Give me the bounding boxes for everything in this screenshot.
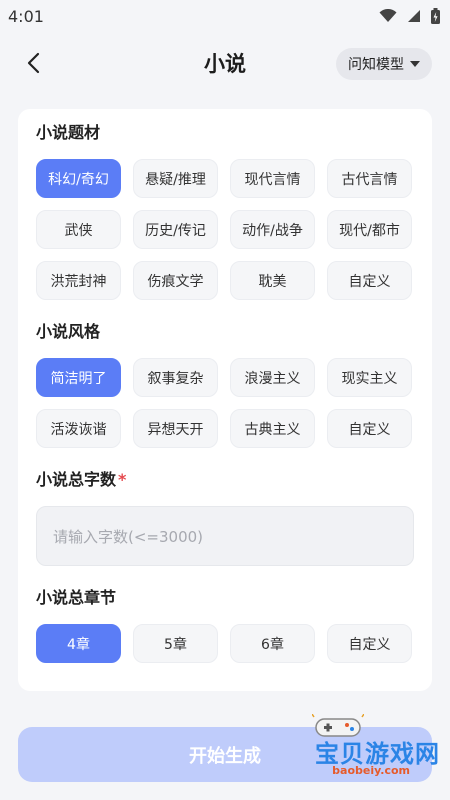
genre-chip-scar-literature[interactable]: 伤痕文学: [133, 261, 218, 300]
style-chip-concise[interactable]: 简洁明了: [36, 358, 121, 397]
chapter-chip-custom[interactable]: 自定义: [327, 624, 412, 663]
style-chip-custom[interactable]: 自定义: [327, 409, 412, 448]
novel-form-card: 小说题材 科幻/奇幻 悬疑/推理 现代言情 古代言情 武侠 历史/传记 动作/战…: [18, 109, 432, 691]
chapter-chip-6[interactable]: 6章: [230, 624, 315, 663]
status-time: 4:01: [8, 6, 44, 26]
genre-chip-mythology[interactable]: 洪荒封神: [36, 261, 121, 300]
genre-chip-action-war[interactable]: 动作/战争: [230, 210, 315, 249]
style-options: 简洁明了 叙事复杂 浪漫主义 现实主义 活泼诙谐 异想天开 古典主义 自定义: [36, 358, 414, 448]
word-count-title: 小说总字数 *: [36, 468, 414, 492]
back-arrow-icon: [27, 52, 40, 74]
chapter-chip-4[interactable]: 4章: [36, 624, 121, 663]
page-title: 小说: [204, 52, 246, 76]
style-chip-classicism[interactable]: 古典主义: [230, 409, 315, 448]
genre-options: 科幻/奇幻 悬疑/推理 现代言情 古代言情 武侠 历史/传记 动作/战争 现代/…: [36, 159, 414, 300]
signal-icon: [408, 10, 420, 22]
style-chip-realism[interactable]: 现实主义: [327, 358, 412, 397]
watermark-url: baobeiy.com: [332, 764, 410, 777]
genre-section: 小说题材 科幻/奇幻 悬疑/推理 现代言情 古代言情 武侠 历史/传记 动作/战…: [36, 121, 414, 300]
battery-icon: [431, 8, 440, 24]
watermark: 宝贝游戏网 baobeiy.com: [290, 712, 440, 782]
genre-chip-mystery[interactable]: 悬疑/推理: [133, 159, 218, 198]
chapters-section: 小说总章节 4章 5章 6章 自定义: [36, 586, 414, 663]
genre-chip-danmei[interactable]: 耽美: [230, 261, 315, 300]
status-icons: [379, 8, 440, 24]
genre-chip-modern-romance[interactable]: 现代言情: [230, 159, 315, 198]
genre-chip-scifi-fantasy[interactable]: 科幻/奇幻: [36, 159, 121, 198]
app-header: 小说 问知模型: [0, 32, 450, 94]
word-count-input[interactable]: 请输入字数(<=3000): [36, 506, 414, 566]
dropdown-caret-icon: [410, 61, 420, 67]
model-selector-label: 问知模型: [348, 57, 404, 73]
word-count-section: 小说总字数 * 请输入字数(<=3000): [36, 468, 414, 566]
style-title: 小说风格: [36, 322, 101, 341]
genre-chip-urban[interactable]: 现代/都市: [327, 210, 412, 249]
wifi-icon: [379, 9, 397, 22]
chapter-options: 4章 5章 6章 自定义: [36, 624, 414, 663]
style-chip-whimsical[interactable]: 异想天开: [133, 409, 218, 448]
status-bar: 4:01: [0, 0, 450, 32]
word-count-label: 小说总字数: [36, 470, 117, 489]
genre-title: 小说题材: [36, 123, 101, 142]
genre-chip-ancient-romance[interactable]: 古代言情: [327, 159, 412, 198]
model-selector[interactable]: 问知模型: [336, 48, 432, 80]
genre-chip-wuxia[interactable]: 武侠: [36, 210, 121, 249]
style-chip-complex-narrative[interactable]: 叙事复杂: [133, 358, 218, 397]
chapters-title: 小说总章节: [36, 588, 117, 607]
style-chip-romanticism[interactable]: 浪漫主义: [230, 358, 315, 397]
genre-chip-custom[interactable]: 自定义: [327, 261, 412, 300]
back-button[interactable]: [18, 48, 48, 78]
required-mark: *: [118, 470, 127, 489]
chapter-chip-5[interactable]: 5章: [133, 624, 218, 663]
style-section: 小说风格 简洁明了 叙事复杂 浪漫主义 现实主义 活泼诙谐 异想天开 古典主义 …: [36, 320, 414, 448]
genre-chip-history[interactable]: 历史/传记: [133, 210, 218, 249]
style-chip-humorous[interactable]: 活泼诙谐: [36, 409, 121, 448]
